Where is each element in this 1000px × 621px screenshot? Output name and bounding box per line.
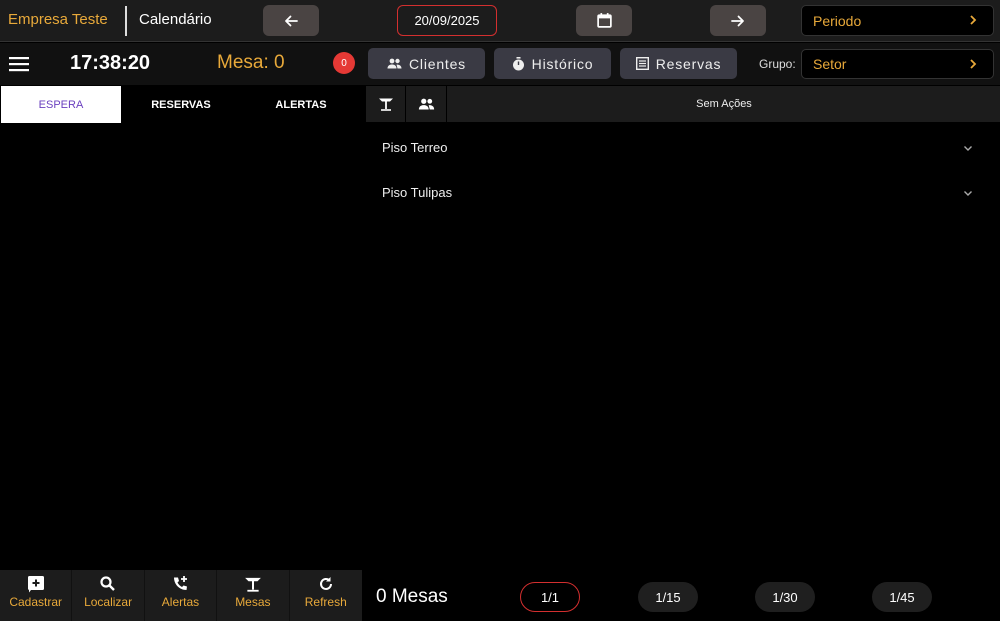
people-icon: [418, 98, 435, 110]
arrow-right-icon: [731, 15, 744, 26]
people-icon: [387, 58, 402, 69]
floor-name: Piso Terreo: [382, 140, 448, 155]
setor-select[interactable]: Setor: [801, 49, 994, 79]
page-title: Calendário: [139, 11, 212, 28]
tab-espera[interactable]: ESPERA: [1, 86, 121, 123]
brand-name: Empresa Teste: [8, 11, 108, 28]
previous-date-button[interactable]: [263, 5, 319, 36]
brand-divider: [125, 6, 127, 36]
page-size-pill[interactable]: 1/45: [872, 582, 932, 612]
action-label: Refresh: [304, 595, 347, 609]
notification-badge[interactable]: 0: [333, 52, 355, 74]
mesa-counter: Mesa: 0: [217, 52, 285, 73]
action-label: Localizar: [84, 595, 133, 609]
setor-value: Setor: [813, 56, 847, 72]
refresh-button[interactable]: Refresh: [290, 570, 362, 621]
table-view-button[interactable]: [366, 86, 406, 122]
grupo-label: Grupo:: [759, 57, 796, 71]
periodo-label: Periodo: [813, 12, 862, 29]
next-date-button[interactable]: [710, 5, 766, 36]
floor-toolbar: Sem Ações: [366, 86, 1000, 122]
phone-add-icon: [174, 576, 188, 590]
mesas-button[interactable]: Mesas: [217, 570, 290, 621]
table-icon: [378, 98, 393, 111]
floor-item[interactable]: Piso Terreo: [382, 136, 982, 160]
floor-item[interactable]: Piso Tulipas: [382, 181, 982, 205]
stopwatch-icon: [512, 56, 524, 70]
periodo-select[interactable]: Periodo: [801, 5, 994, 36]
clientes-button[interactable]: Clientes: [368, 48, 485, 79]
page-size-pill[interactable]: 1/30: [755, 582, 815, 612]
menu-icon[interactable]: [9, 56, 29, 72]
calendar-icon: [596, 13, 612, 28]
action-label: Cadastrar: [9, 595, 63, 609]
calendar-button[interactable]: [576, 5, 632, 36]
page-size-pill[interactable]: 1/1: [520, 582, 580, 612]
alertas-button[interactable]: Alertas: [145, 570, 218, 621]
date-field[interactable]: 20/09/2025: [397, 5, 497, 36]
search-icon: [100, 576, 115, 591]
floor-name: Piso Tulipas: [382, 185, 453, 200]
tab-reservas[interactable]: RESERVAS: [121, 86, 241, 123]
chevron-right-icon: [970, 59, 977, 69]
left-tabs: ESPERA RESERVAS ALERTAS: [0, 86, 362, 123]
reservas-label: Reservas: [655, 55, 722, 72]
action-label: Mesas: [235, 595, 271, 609]
historico-label: Histórico: [531, 55, 594, 72]
historico-button[interactable]: Histórico: [494, 48, 611, 79]
actions-status: Sem Ações: [696, 98, 752, 110]
reservas-button[interactable]: Reservas: [620, 48, 737, 79]
toolbar: 17:38:20 Mesa: 0 0 Clientes Histórico Re…: [0, 43, 1000, 85]
action-label: Alertas: [161, 595, 200, 609]
page-size-pill[interactable]: 1/15: [638, 582, 698, 612]
tab-alertas[interactable]: ALERTAS: [241, 86, 361, 123]
add-box-icon: [27, 576, 44, 593]
action-bar: Cadastrar Localizar Alertas Mesas Refres…: [0, 570, 362, 621]
clientes-label: Clientes: [409, 55, 466, 72]
chevron-right-icon: [970, 15, 977, 25]
table-icon: [244, 577, 261, 592]
cadastrar-button[interactable]: Cadastrar: [0, 570, 73, 621]
mesas-count: 0 Mesas: [376, 586, 448, 607]
people-view-button[interactable]: [407, 86, 447, 122]
arrow-left-icon: [285, 15, 298, 26]
localizar-button[interactable]: Localizar: [72, 570, 145, 621]
chevron-down-icon: [964, 191, 972, 196]
chevron-down-icon: [964, 146, 972, 151]
list-alt-icon: [635, 57, 649, 70]
clock: 17:38:20: [70, 52, 151, 74]
top-bar: Empresa Teste Calendário 20/09/2025 Peri…: [0, 0, 1000, 42]
refresh-icon: [319, 577, 332, 590]
